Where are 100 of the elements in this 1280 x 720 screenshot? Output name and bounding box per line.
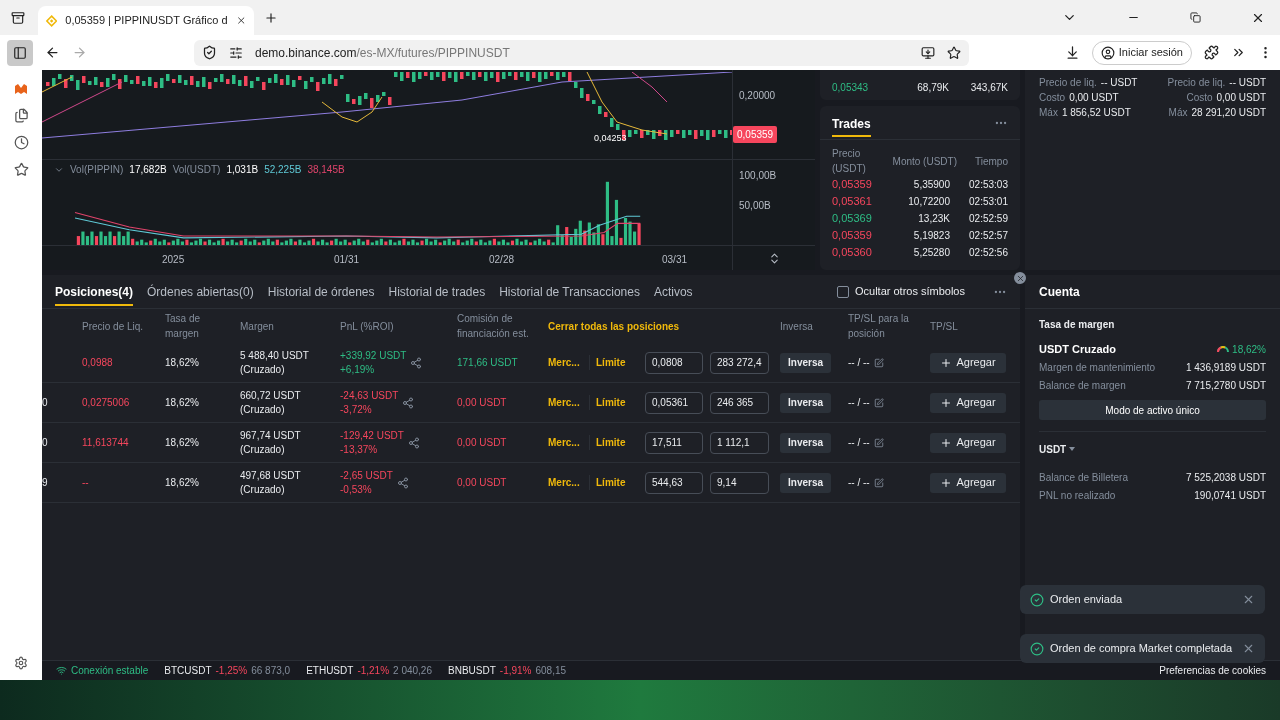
volume-tick: 100,00B bbox=[739, 169, 777, 183]
positions-tab[interactable]: Historial de trades bbox=[388, 277, 486, 306]
market-close-link[interactable]: Merc... bbox=[548, 437, 580, 448]
edit-icon[interactable] bbox=[873, 357, 884, 368]
price-input[interactable]: 0,05361 bbox=[645, 391, 703, 414]
close-icon[interactable] bbox=[1242, 642, 1255, 655]
date-tick: 2025 bbox=[162, 253, 185, 267]
reverse-button[interactable]: Inversa bbox=[780, 392, 832, 413]
documents-icon[interactable] bbox=[13, 108, 29, 123]
back-icon[interactable] bbox=[45, 45, 60, 60]
edit-icon[interactable] bbox=[873, 477, 884, 488]
column-header: TP/SL para la posición bbox=[848, 312, 910, 341]
connection-status: Conexión estable bbox=[71, 664, 149, 678]
add-button[interactable]: Agregar bbox=[930, 352, 1006, 373]
sidebar-icon bbox=[13, 45, 27, 60]
ticker-change: -1,21% bbox=[357, 664, 390, 678]
roi-value: -3,72% bbox=[340, 402, 373, 417]
limit-close-link[interactable]: Límite bbox=[596, 397, 626, 408]
bookmark-star-icon[interactable] bbox=[947, 45, 961, 60]
trade-amount: 5,35900 bbox=[912, 178, 950, 192]
history-icon[interactable] bbox=[13, 135, 29, 150]
toast-message: Orden de compra Market completada bbox=[1050, 641, 1234, 657]
price-input[interactable]: 17,511 bbox=[645, 431, 703, 454]
share-icon[interactable] bbox=[396, 476, 409, 489]
share-icon[interactable] bbox=[407, 436, 420, 449]
quantity-input[interactable]: 283 272,4 bbox=[710, 351, 769, 374]
plus-icon bbox=[940, 436, 953, 449]
positions-tab[interactable]: Historial de órdenes bbox=[267, 277, 375, 306]
price-input[interactable]: 0,0808 bbox=[645, 351, 703, 374]
info-label: Costo bbox=[1186, 91, 1213, 105]
trade-time: 02:52:59 bbox=[968, 212, 1008, 226]
ticker-price: 2 040,26 bbox=[393, 664, 432, 678]
limit-close-link[interactable]: Límite bbox=[596, 477, 626, 488]
restore-icon[interactable] bbox=[1190, 12, 1201, 23]
hide-other-symbols-checkbox[interactable]: Ocultar otros símbolos bbox=[836, 283, 965, 300]
reverse-button[interactable]: Inversa bbox=[780, 352, 832, 373]
reverse-button[interactable]: Inversa bbox=[780, 432, 832, 453]
trades-tab[interactable]: Trades bbox=[832, 114, 871, 137]
app-logo-icon[interactable] bbox=[14, 82, 28, 96]
favorites-star-icon[interactable] bbox=[13, 162, 29, 177]
extensions-icon[interactable] bbox=[1204, 45, 1219, 60]
share-icon[interactable] bbox=[410, 356, 423, 369]
new-tab-icon[interactable] bbox=[264, 10, 278, 25]
positions-tab[interactable]: Órdenes abiertas(0) bbox=[147, 277, 254, 306]
sidebar-toggle-button[interactable] bbox=[7, 39, 33, 66]
tpsl-value: -- / -- bbox=[848, 476, 870, 490]
quantity-input[interactable]: 9,14 bbox=[710, 471, 769, 494]
add-button[interactable]: Agregar bbox=[930, 432, 1006, 453]
limit-close-link[interactable]: Límite bbox=[596, 357, 626, 368]
gauge-icon bbox=[1217, 345, 1230, 353]
add-button[interactable]: Agregar bbox=[930, 392, 1006, 413]
edit-icon[interactable] bbox=[873, 397, 884, 408]
market-close-link[interactable]: Merc... bbox=[548, 477, 580, 488]
add-button[interactable]: Agregar bbox=[930, 472, 1006, 493]
positions-tab[interactable]: Historial de Transacciones bbox=[499, 277, 640, 306]
date-tick: 02/28 bbox=[489, 253, 515, 267]
edit-icon[interactable] bbox=[873, 437, 884, 448]
cookie-preferences-link[interactable]: Preferencias de cookies bbox=[1159, 663, 1266, 678]
trade-amount: 10,72200 bbox=[907, 195, 950, 209]
info-label: Máx bbox=[1168, 106, 1188, 120]
quantity-input[interactable]: 246 365 bbox=[710, 391, 769, 414]
positions-tab[interactable]: Posiciones(4) bbox=[55, 277, 134, 306]
liquidation-price: 11,613744 bbox=[82, 437, 129, 448]
address-bar[interactable]: demo.binance.com/es-MX/futures/PIPPINUSDT bbox=[194, 39, 969, 66]
install-icon[interactable] bbox=[921, 45, 935, 60]
close-icon[interactable] bbox=[235, 14, 246, 27]
trade-time: 02:52:57 bbox=[968, 229, 1008, 243]
ticker-symbol: BNBUSDT bbox=[448, 664, 496, 678]
price-input[interactable]: 544,63 bbox=[645, 471, 703, 494]
pnl-value: +339,92 USDT bbox=[340, 348, 407, 363]
trade-price: 0,05369 bbox=[832, 212, 872, 225]
close-icon[interactable] bbox=[1242, 593, 1255, 606]
limit-close-link[interactable]: Límite bbox=[596, 437, 626, 448]
single-asset-mode-button[interactable]: Modo de activo único bbox=[1039, 400, 1266, 420]
success-check-icon bbox=[1030, 592, 1044, 607]
tab-groups-icon[interactable] bbox=[11, 10, 25, 25]
positions-tab[interactable]: Activos bbox=[653, 277, 693, 306]
account-label: Balance de Billetera bbox=[1039, 471, 1128, 485]
info-label: Precio de liq. bbox=[1167, 76, 1226, 90]
ticker-symbol: ETHUSDT bbox=[306, 664, 354, 678]
dropdown-caret-icon[interactable] bbox=[1069, 447, 1076, 451]
column-header: Precio (USDT) bbox=[832, 147, 867, 176]
close-panel-button[interactable] bbox=[1014, 272, 1026, 284]
browser-tab[interactable]: 0,05359 | PIPPINUSDT Gráfico d bbox=[38, 6, 254, 35]
share-icon[interactable] bbox=[402, 396, 415, 409]
close-all-positions-link[interactable]: Cerrar todas las posiciones bbox=[548, 318, 780, 334]
market-close-link[interactable]: Merc... bbox=[548, 397, 580, 408]
success-check-icon bbox=[1030, 641, 1044, 656]
shield-icon[interactable] bbox=[202, 45, 217, 60]
quantity-input[interactable]: 1 112,1 bbox=[710, 431, 769, 454]
cut-off-value: 0 bbox=[42, 437, 48, 448]
market-close-link[interactable]: Merc... bbox=[548, 357, 580, 368]
url-host: demo.binance.com bbox=[255, 44, 357, 62]
settings-icon[interactable] bbox=[14, 656, 28, 670]
site-settings-icon[interactable] bbox=[229, 45, 243, 60]
tab-title: 0,05359 | PIPPINUSDT Gráfico d bbox=[65, 13, 228, 29]
wifi-icon bbox=[56, 665, 67, 676]
reverse-button[interactable]: Inversa bbox=[780, 472, 832, 493]
moving-average-value: 38,145B bbox=[307, 163, 345, 178]
cut-off-value: 0 bbox=[42, 397, 48, 408]
